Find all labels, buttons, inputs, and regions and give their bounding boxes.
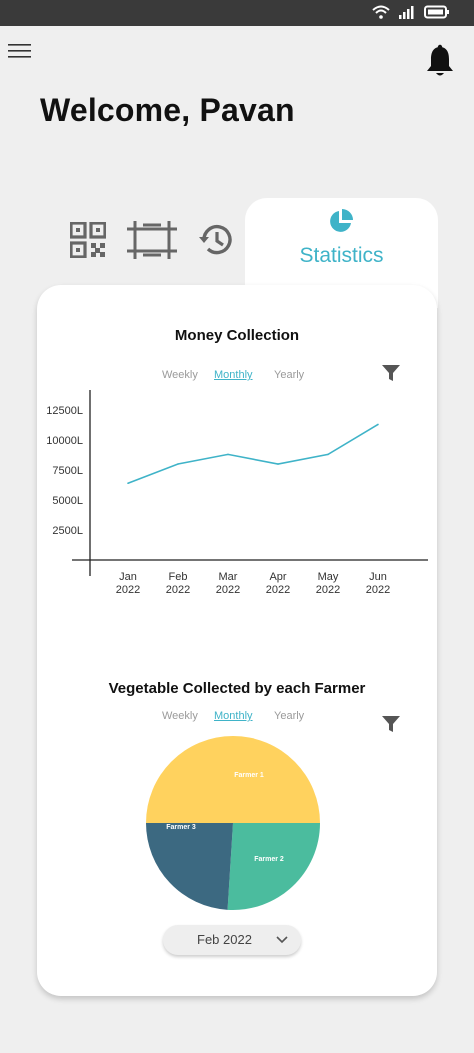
wifi-icon: [372, 5, 390, 19]
tab-qr-code[interactable]: [69, 221, 107, 259]
history-icon: [199, 224, 232, 255]
money-filter-button[interactable]: [381, 363, 401, 383]
bell-icon: [427, 44, 453, 76]
hamburger-menu-icon: [8, 44, 31, 58]
filter-icon: [382, 716, 400, 732]
month-select[interactable]: Feb 2022: [163, 925, 301, 955]
money-period-tabs: Weekly Monthly Yearly: [162, 369, 314, 381]
veg-chart-title: Vegetable Collected by each Farmer: [108, 680, 366, 697]
veg-period-yearly[interactable]: Yearly: [274, 710, 314, 722]
status-bar: [0, 0, 474, 26]
veg-period-tabs: Weekly Monthly Yearly: [162, 710, 314, 722]
money-period-monthly[interactable]: Monthly: [214, 369, 274, 381]
pie-chart-icon: [330, 209, 353, 232]
statistics-card: [37, 285, 437, 996]
veg-filter-button[interactable]: [381, 714, 401, 734]
qr-code-icon: [69, 221, 107, 259]
month-select-value: Feb 2022: [197, 932, 252, 947]
battery-icon: [424, 5, 449, 19]
signal-icon: [399, 6, 414, 19]
tab-statistics-label: Statistics: [299, 244, 384, 267]
money-chart-title: Money Collection: [174, 327, 300, 344]
filter-icon: [382, 365, 400, 381]
tab-scan[interactable]: [125, 219, 179, 261]
welcome-heading: Welcome, Pavan: [40, 92, 295, 128]
menu-button[interactable]: [8, 42, 32, 60]
notifications-button[interactable]: [424, 44, 456, 78]
money-period-weekly[interactable]: Weekly: [162, 369, 214, 381]
money-period-yearly[interactable]: Yearly: [274, 369, 314, 381]
veg-period-monthly[interactable]: Monthly: [214, 710, 274, 722]
status-icons: [372, 5, 450, 19]
veg-period-weekly[interactable]: Weekly: [162, 710, 214, 722]
chevron-down-icon: [276, 936, 288, 944]
scan-frame-icon: [127, 221, 177, 259]
tab-history[interactable]: [198, 222, 234, 258]
